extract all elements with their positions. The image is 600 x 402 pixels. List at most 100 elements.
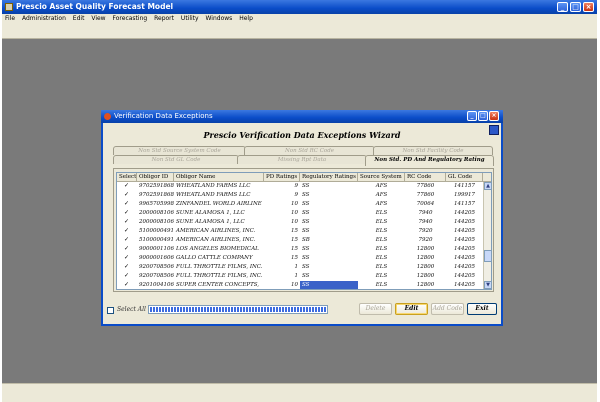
gl-code-cell[interactable]: 144205 [446,209,483,218]
table-row[interactable]: ✓ 2000008106 SUNE ALAMOSA 1, LLC 10 SS ELS 794… [117,218,483,227]
obligor-id-cell[interactable]: 5100000491 [137,236,174,245]
source-system-cell[interactable]: AFS [358,191,405,200]
scroll-up-button[interactable]: ▲ [484,182,491,190]
table-row[interactable]: ✓ 9000001106 LOS ANGELES BIOMEDICAL 15 SS ELS… [117,245,483,254]
menu-administration[interactable]: Administration [19,14,68,24]
obligor-id-cell[interactable]: 9200708506 [137,263,174,272]
obligor-name-cell[interactable]: AMERICAN AIRLINES, INC. [174,236,264,245]
obligor-id-cell[interactable]: 5100000491 [137,227,174,236]
pd-rating-cell[interactable]: 10 [264,218,300,227]
obligor-name-cell[interactable]: LOS ANGELES BIOMEDICAL [174,245,264,254]
regulatory-rating-cell[interactable]: SS [300,263,358,272]
column-header-obligor-name[interactable]: Obligor Name [174,173,264,182]
column-header-rc-code[interactable]: RC Code [405,173,446,182]
rc-code-cell[interactable]: 7920 [405,236,446,245]
row-checkbox[interactable]: ✓ [124,228,130,234]
source-system-cell[interactable]: ELS [358,263,405,272]
tab-pd-regulatory-rating[interactable]: Non Std. PD And Regulatory Rating [365,155,494,166]
obligor-id-cell[interactable]: 2000008106 [137,218,174,227]
column-header-select[interactable]: Select [117,173,137,182]
rc-code-cell[interactable]: 7940 [405,209,446,218]
column-header-pd-ratings[interactable]: PD Ratings [264,173,300,182]
obligor-id-cell[interactable]: 9201004106 [137,281,174,289]
rc-code-cell[interactable]: 12800 [405,281,446,289]
source-system-cell[interactable]: ELS [358,227,405,236]
table-row[interactable]: ✓ 9702591868 WHEATLAND FARMS LLC 9 SS AFS 7786… [117,191,483,200]
dialog-close-button[interactable]: × [489,111,499,121]
obligor-name-cell[interactable]: FULL THROTTLE FILMS, INC. [174,272,264,281]
menu-windows[interactable]: Windows [203,14,235,24]
row-checkbox[interactable]: ✓ [124,201,130,207]
regulatory-rating-cell[interactable]: SS [300,191,358,200]
gl-code-cell[interactable]: 144205 [446,227,483,236]
pd-rating-cell[interactable]: 15 [264,227,300,236]
rc-code-cell[interactable]: 12800 [405,272,446,281]
column-header-gl-code[interactable]: GL Code [446,173,483,182]
add-code-button[interactable]: Add Code [431,303,464,315]
gl-code-cell[interactable]: 144205 [446,236,483,245]
maximize-button[interactable]: □ [570,2,581,12]
menu-edit[interactable]: Edit [70,14,87,24]
table-row[interactable]: ✓ 5100000491 AMERICAN AIRLINES, INC. 15 SS EL… [117,227,483,236]
obligor-name-cell[interactable]: ZINFANDEL WORLD AIRLINE [174,200,264,209]
menu-utility[interactable]: Utility [178,14,201,24]
rc-code-cell[interactable]: 77860 [405,191,446,200]
obligor-id-cell[interactable]: 9000001106 [137,245,174,254]
help-icon[interactable] [489,125,499,135]
obligor-id-cell[interactable]: 9200708506 [137,272,174,281]
obligor-name-cell[interactable]: SUPER CENTER CONCEPTS, [174,281,264,289]
rc-code-cell[interactable]: 7940 [405,218,446,227]
rc-code-cell[interactable]: 77860 [405,182,446,191]
obligor-id-cell[interactable]: 9000001606 [137,254,174,263]
obligor-name-cell[interactable]: AMERICAN AIRLINES, INC. [174,227,264,236]
dialog-minimize-button[interactable]: _ [467,111,477,121]
table-row[interactable]: ✓ 9200708506 FULL THROTTLE FILMS, INC. 1 SS E… [117,263,483,272]
gl-code-cell[interactable]: 144205 [446,254,483,263]
edit-button[interactable]: Edit [395,303,428,315]
obligor-name-cell[interactable]: WHEATLAND FARMS LLC [174,191,264,200]
rc-code-cell[interactable]: 7920 [405,227,446,236]
gl-code-cell[interactable]: 144205 [446,245,483,254]
source-system-cell[interactable]: ELS [358,245,405,254]
table-row[interactable]: ✓ 9000001606 GALLO CATTLE COMPANY 15 SS ELS 12… [117,254,483,263]
gl-code-cell[interactable]: 144205 [446,218,483,227]
row-checkbox[interactable]: ✓ [124,246,130,252]
column-header-obligor-id[interactable]: Obligor ID [137,173,174,182]
scroll-thumb[interactable] [484,250,491,262]
gl-code-cell[interactable]: 144205 [446,263,483,272]
tab-gl-code[interactable]: Non Std GL Code [113,155,239,164]
regulatory-rating-cell[interactable]: SS [300,281,358,289]
obligor-name-cell[interactable]: WHEATLAND FARMS LLC [174,182,264,191]
obligor-name-cell[interactable]: FULL THROTTLE FILMS, INC. [174,263,264,272]
pd-rating-cell[interactable]: 1 [264,272,300,281]
source-system-cell[interactable]: AFS [358,200,405,209]
tab-facility-code[interactable]: Non Std Facility Code [373,146,493,155]
regulatory-rating-cell[interactable]: SS [300,245,358,254]
menu-file[interactable]: File [2,14,17,24]
source-system-cell[interactable]: ELS [358,236,405,245]
pd-rating-cell[interactable]: 10 [264,200,300,209]
menu-view[interactable]: View [88,14,107,24]
pd-rating-cell[interactable]: 15 [264,245,300,254]
row-checkbox[interactable]: ✓ [124,273,130,279]
row-checkbox[interactable]: ✓ [124,282,130,288]
regulatory-rating-cell[interactable]: SS [300,200,358,209]
row-checkbox[interactable]: ✓ [124,255,130,261]
menu-forecasting[interactable]: Forecasting [110,14,150,24]
gl-code-cell[interactable]: 144205 [446,281,483,289]
gl-code-cell[interactable]: 141157 [446,182,483,191]
menu-report[interactable]: Report [151,14,176,24]
tab-rc-code[interactable]: Non Std RC Code [244,146,375,155]
regulatory-rating-cell[interactable]: SS [300,227,358,236]
scroll-down-button[interactable]: ▼ [484,281,491,289]
source-system-cell[interactable]: ELS [358,254,405,263]
source-system-cell[interactable]: ELS [358,281,405,289]
obligor-name-cell[interactable]: SUNE ALAMOSA 1, LLC [174,218,264,227]
source-system-cell[interactable]: ELS [358,209,405,218]
pd-rating-cell[interactable]: 10 [264,209,300,218]
table-row[interactable]: ✓ 9201004106 SUPER CENTER CONCEPTS, 10 SS ELS… [117,281,483,289]
row-checkbox[interactable]: ✓ [124,192,130,198]
regulatory-rating-cell[interactable]: SS [300,272,358,281]
obligor-name-cell[interactable]: GALLO CATTLE COMPANY [174,254,264,263]
obligor-id-cell[interactable]: 9702591868 [137,191,174,200]
